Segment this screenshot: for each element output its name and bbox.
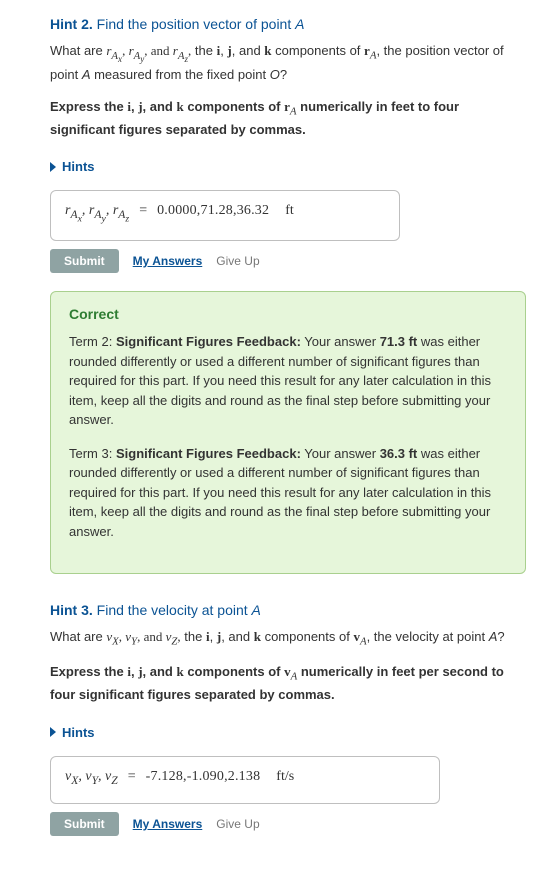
hint2-question: What are rAx, rAy, and rAz, the i, j, an… [50, 42, 526, 85]
hint2-q-mid: the [195, 43, 217, 58]
hint2-ijk: i [217, 43, 221, 58]
hint2-button-row: Submit My Answers Give Up [50, 249, 526, 273]
feedback-box: Correct Term 2: Significant Figures Feed… [50, 291, 526, 574]
feedback-correct: Correct [69, 306, 507, 322]
hint3-hints-label: Hints [62, 725, 95, 740]
term3-val: 36.3 ft [380, 446, 418, 461]
triangle-right-icon [50, 727, 56, 737]
term2-label: Term 2: [69, 334, 112, 349]
hint2-answer-vars: rAx, rAy, rAz [65, 203, 129, 224]
hint2-my-answers-link[interactable]: My Answers [133, 254, 203, 268]
hint3-q-pre: What are [50, 629, 106, 644]
hint3-q-tail: , the velocity at point [367, 629, 489, 644]
feedback-term2: Term 2: Significant Figures Feedback: Yo… [69, 332, 507, 430]
hint2-answer-box: rAx, rAy, rAz = 0.0000,71.28,36.32 ft [50, 190, 400, 241]
hint3-instructions: Express the i, j, and k components of vA… [50, 662, 526, 704]
hint3-hints-toggle[interactable]: Hints [50, 725, 95, 740]
hint3-answer-box: vX, vY, vZ = -7.128,-1.090,2.138 ft/s [50, 756, 440, 804]
hint3-vA: vA [353, 629, 366, 644]
hint2-answer-line: rAx, rAy, rAz = 0.0000,71.28,36.32 ft [65, 203, 385, 224]
term2-val: 71.3 ft [380, 334, 418, 349]
hint3-q-mid: the [184, 629, 206, 644]
hint2-q-pre: What are [50, 43, 106, 58]
hint2-title-rest: Find the position vector of point [93, 16, 295, 32]
hint3-q-after: components of [261, 629, 354, 644]
feedback-term3: Term 3: Significant Figures Feedback: Yo… [69, 444, 507, 542]
hint2-rA: rA [364, 43, 376, 58]
hint3-button-row: Submit My Answers Give Up [50, 812, 526, 836]
hint2-q-end: measured from the fixed point [90, 67, 269, 82]
hint2-answer-unit: ft [285, 203, 294, 219]
hint2-instructions: Express the i, j, and k components of rA… [50, 97, 526, 139]
sff-label-3: Significant Figures Feedback: [116, 446, 301, 461]
hint3-title: Hint 3. Find the velocity at point A [50, 602, 526, 618]
hint2-hints-toggle[interactable]: Hints [50, 159, 95, 174]
term2-lead: Your answer [301, 334, 380, 349]
hint3-title-rest: Find the velocity at point [93, 602, 252, 618]
hint3-title-prefix: Hint 3. [50, 602, 93, 618]
hint3-ijk: i [206, 629, 210, 644]
hint2-title-prefix: Hint 2. [50, 16, 93, 32]
triangle-right-icon [50, 162, 56, 172]
hint3-vars: vX, vY, and vZ, [106, 629, 180, 644]
hint2-submit-button[interactable]: Submit [50, 249, 119, 273]
hint2-O: O [270, 67, 280, 82]
hint3-answer-unit: ft/s [276, 769, 294, 785]
hint3-answer-vars: vX, vY, vZ [65, 769, 118, 787]
hint3-submit-button[interactable]: Submit [50, 812, 119, 836]
hint2-give-up-link[interactable]: Give Up [216, 254, 259, 268]
hint3-answer-value: -7.128,-1.090,2.138 [146, 769, 261, 785]
hint3-answer-line: vX, vY, vZ = -7.128,-1.090,2.138 ft/s [65, 769, 425, 787]
hint3-give-up-link[interactable]: Give Up [216, 817, 259, 831]
hint2-vars: rAx, rAy, and rAz, [106, 43, 191, 58]
hint3-title-var: A [252, 602, 261, 618]
equals-sign: = [128, 769, 136, 785]
hint2-title: Hint 2. Find the position vector of poin… [50, 16, 526, 32]
hint3-my-answers-link[interactable]: My Answers [133, 817, 203, 831]
hint2-qmark: ? [280, 67, 287, 82]
hint2-q-after: components of [272, 43, 365, 58]
hint3-qmark: ? [497, 629, 504, 644]
hint2-hints-label: Hints [62, 159, 95, 174]
term3-lead: Your answer [301, 446, 380, 461]
sff-label-2: Significant Figures Feedback: [116, 334, 301, 349]
equals-sign: = [139, 203, 147, 219]
hint3-question: What are vX, vY, and vZ, the i, j, and k… [50, 628, 526, 650]
hint2-answer-value: 0.0000,71.28,36.32 [157, 203, 269, 219]
hint2-title-var: A [295, 16, 304, 32]
term3-label: Term 3: [69, 446, 112, 461]
